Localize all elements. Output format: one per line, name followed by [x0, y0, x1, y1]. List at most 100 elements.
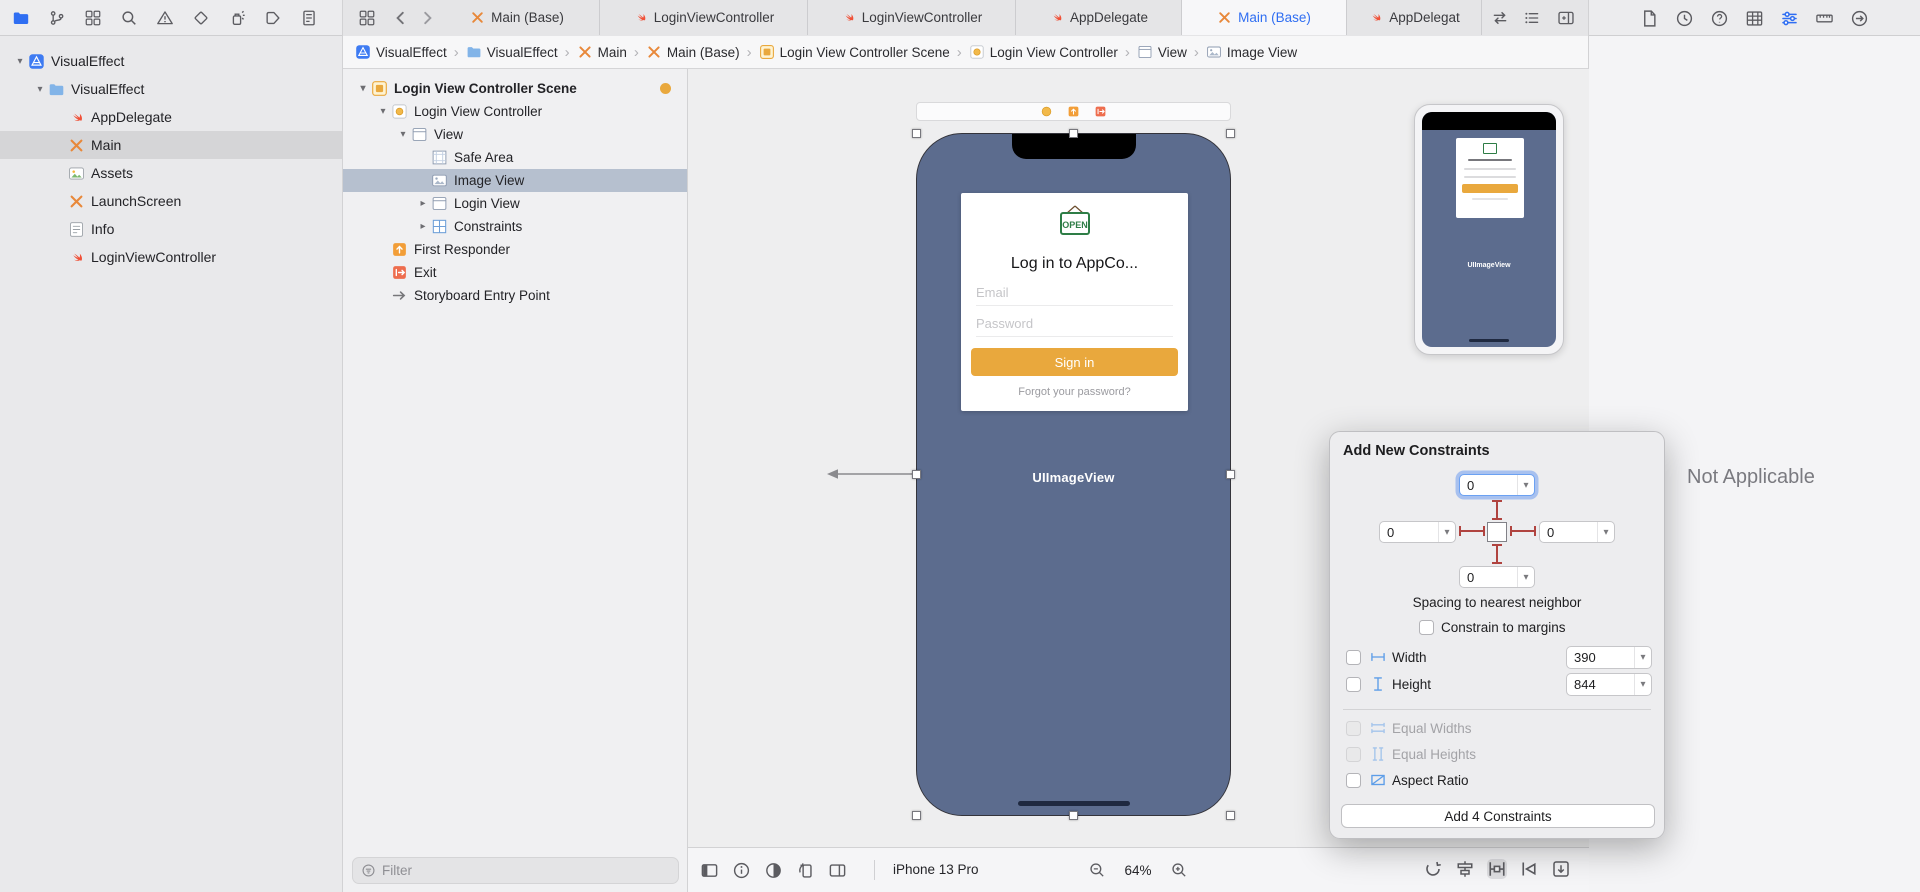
login-title-label[interactable]: Log in to AppCo... [961, 255, 1188, 273]
navigator-issues-icon[interactable] [156, 9, 174, 27]
outline-item-safe-area[interactable]: Safe Area [343, 146, 687, 169]
tab-main-base-1[interactable]: Main (Base) [435, 0, 600, 35]
chevron-down-icon[interactable] [1517, 475, 1534, 495]
navigator-item-info[interactable]: Info [0, 215, 342, 243]
appearance-icon[interactable] [764, 861, 783, 880]
selection-handle-top[interactable] [1069, 129, 1078, 138]
navigator-find-icon[interactable] [120, 9, 138, 27]
disclosure-open-icon[interactable] [12, 56, 28, 67]
navigator-item-main[interactable]: Main [0, 131, 342, 159]
first-responder-icon[interactable] [1067, 105, 1080, 118]
open-sign-image[interactable]: OPEN [1055, 203, 1095, 239]
chevron-down-icon[interactable] [1438, 522, 1455, 542]
outline-item-image-view[interactable]: Image View [343, 169, 687, 192]
tab-overview-icon[interactable] [358, 9, 376, 27]
email-field[interactable]: Email [976, 285, 1009, 300]
zoom-level-button[interactable]: 64% [1120, 863, 1156, 878]
width-value-combo[interactable]: 390 [1566, 646, 1652, 669]
outline-item-exit[interactable]: Exit [343, 261, 687, 284]
resolve-autolayout-icon[interactable] [1519, 859, 1539, 879]
disclosure-open-icon[interactable] [395, 129, 411, 140]
breadcrumb-item[interactable]: VisualEffect [466, 44, 558, 60]
quick-help-inspector-icon[interactable] [1710, 9, 1729, 28]
tab-main-base-active[interactable]: Main (Base) [1182, 0, 1347, 35]
top-beam-icon[interactable] [1492, 500, 1502, 520]
navigator-breakpoints-icon[interactable] [264, 9, 282, 27]
embed-icon[interactable] [1551, 859, 1571, 879]
connections-inspector-icon[interactable] [1850, 9, 1869, 28]
aspect-ratio-checkbox[interactable] [1346, 773, 1361, 788]
navigator-bookmarks-icon[interactable] [84, 9, 102, 27]
width-checkbox[interactable] [1346, 650, 1361, 665]
tab-loginviewcontroller-1[interactable]: LoginViewController [600, 0, 808, 35]
navigator-project-icon[interactable] [12, 9, 30, 27]
identity-inspector-icon[interactable] [1745, 9, 1764, 28]
outline-item-view-controller[interactable]: Login View Controller [343, 100, 687, 123]
navigator-item-assets[interactable]: Assets [0, 159, 342, 187]
attributes-inspector-icon[interactable] [1780, 9, 1799, 28]
leading-beam-icon[interactable] [1459, 526, 1485, 536]
selection-handle-left[interactable] [912, 470, 921, 479]
navigator-reports-icon[interactable] [300, 9, 318, 27]
outline-item-view[interactable]: View [343, 123, 687, 146]
disclosure-open-icon[interactable] [355, 83, 371, 94]
height-value-combo[interactable]: 844 [1566, 673, 1652, 696]
navigator-item-loginviewcontroller[interactable]: LoginViewController [0, 243, 342, 271]
add-constraints-icon[interactable] [1487, 859, 1507, 879]
breadcrumb-item[interactable]: Login View Controller [969, 44, 1118, 60]
trailing-constraint-combo[interactable]: 0 [1539, 521, 1615, 543]
leading-constraint-combo[interactable]: 0 [1379, 521, 1456, 543]
tab-appdelegate-1[interactable]: AppDelegate [1016, 0, 1182, 35]
swap-editors-icon[interactable] [1491, 9, 1509, 27]
history-inspector-icon[interactable] [1675, 9, 1694, 28]
trailing-beam-icon[interactable] [1510, 526, 1536, 536]
orientation-icon[interactable] [796, 861, 815, 880]
forward-icon[interactable] [418, 9, 436, 27]
navigator-item-launchscreen[interactable]: LaunchScreen [0, 187, 342, 215]
traits-info-icon[interactable] [732, 861, 751, 880]
chevron-down-icon[interactable] [1634, 647, 1651, 668]
navigator-source-control-icon[interactable] [48, 9, 66, 27]
outline-item-constraints[interactable]: Constraints [343, 215, 687, 238]
add-constraints-button[interactable]: Add 4 Constraints [1341, 804, 1655, 828]
breadcrumb-item[interactable]: Image View [1206, 44, 1297, 60]
align-icon[interactable] [1455, 859, 1475, 879]
device-preview-thumbnail[interactable]: UIImageView [1414, 104, 1564, 355]
editor-options-icon[interactable] [1523, 9, 1541, 27]
navigator-tests-icon[interactable] [192, 9, 210, 27]
height-checkbox[interactable] [1346, 677, 1361, 692]
view-controller-canvas[interactable]: OPEN Log in to AppCo... Email Password S… [916, 133, 1231, 816]
disclosure-closed-icon[interactable] [415, 198, 431, 209]
outline-item-first-responder[interactable]: First Responder [343, 238, 687, 261]
chevron-down-icon[interactable] [1517, 567, 1534, 587]
breadcrumb-item[interactable]: VisualEffect [355, 44, 447, 60]
update-frames-icon[interactable] [1423, 859, 1443, 879]
chevron-down-icon[interactable] [1634, 674, 1651, 695]
exit-icon[interactable] [1094, 105, 1107, 118]
selection-handle-top-right[interactable] [1226, 129, 1235, 138]
navigator-item-visualeffect-project[interactable]: VisualEffect [0, 47, 342, 75]
outline-toggle-icon[interactable] [700, 861, 719, 880]
breadcrumb-item[interactable]: Main (Base) [646, 44, 740, 60]
breadcrumb-item[interactable]: View [1137, 44, 1187, 60]
view-controller-icon[interactable] [1040, 105, 1053, 118]
top-constraint-combo[interactable]: 0 [1459, 474, 1535, 496]
outline-item-scene[interactable]: Login View Controller Scene [343, 77, 687, 100]
selection-handle-bottom-left[interactable] [912, 811, 921, 820]
device-name-button[interactable]: iPhone 13 Pro [893, 862, 979, 877]
password-field[interactable]: Password [976, 316, 1033, 331]
file-inspector-icon[interactable] [1640, 9, 1659, 28]
tab-appdelegate-2[interactable]: AppDelegat [1347, 0, 1482, 35]
forgot-password-link[interactable]: Forgot your password? [961, 386, 1188, 398]
chevron-down-icon[interactable] [1597, 522, 1614, 542]
disclosure-open-icon[interactable] [32, 84, 48, 95]
outline-item-login-view[interactable]: Login View [343, 192, 687, 215]
breadcrumb-item[interactable]: Main [577, 44, 627, 60]
size-inspector-icon[interactable] [1815, 9, 1834, 28]
selection-handle-bottom[interactable] [1069, 811, 1078, 820]
zoom-out-icon[interactable] [1088, 861, 1106, 879]
breadcrumb-item[interactable]: Login View Controller Scene [759, 44, 950, 60]
add-editor-icon[interactable] [1557, 9, 1575, 27]
constrain-to-margins-checkbox[interactable] [1419, 620, 1434, 635]
tab-loginviewcontroller-2[interactable]: LoginViewController [808, 0, 1016, 35]
